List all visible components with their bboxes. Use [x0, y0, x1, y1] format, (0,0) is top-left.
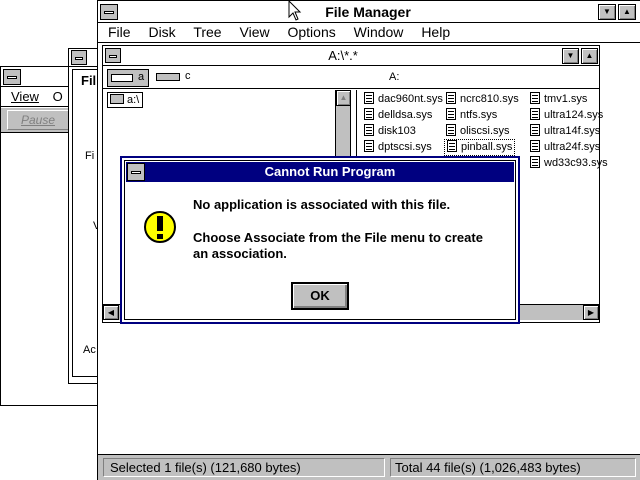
- file-item[interactable]: oliscsi.sys: [446, 124, 510, 139]
- dialog-message-2-line-2: an association.: [193, 246, 287, 261]
- file-name: disk103: [378, 125, 416, 137]
- dialog-message-1: No application is associated with this f…: [193, 197, 451, 212]
- mouse-cursor-icon: [288, 0, 302, 21]
- file-name: delldsa.sys: [378, 109, 433, 121]
- drive-bar: a c A:: [103, 67, 599, 89]
- exclamation-icon: [144, 211, 176, 243]
- file-name: ntfs.sys: [460, 109, 498, 121]
- file-item[interactable]: ntfs.sys: [446, 108, 497, 123]
- menu-view[interactable]: View: [240, 24, 270, 40]
- file-icon: [530, 124, 540, 136]
- file-item[interactable]: disk103: [364, 124, 416, 139]
- tree-root-label: a:\: [127, 94, 140, 106]
- cannot-run-dialog[interactable]: Cannot Run Program No application is ass…: [120, 156, 520, 324]
- scroll-right-button[interactable]: ▶: [583, 305, 599, 320]
- dialog-title: Cannot Run Program: [264, 164, 396, 179]
- menu-o[interactable]: O: [53, 89, 63, 104]
- file-name: oliscsi.sys: [460, 125, 510, 137]
- hard-drive-icon: [156, 73, 180, 81]
- dialog-message-2-line-1: Choose Associate from the File menu to c…: [193, 230, 483, 245]
- drive-a-button[interactable]: a: [107, 69, 149, 87]
- file-name: dptscsi.sys: [378, 141, 432, 153]
- minimize-button[interactable]: ▼: [598, 4, 616, 20]
- file-item[interactable]: delldsa.sys: [364, 108, 432, 123]
- folder-open-icon: [110, 94, 124, 104]
- file-name: tmv1.sys: [544, 93, 588, 105]
- current-drive-label: A:: [389, 71, 400, 83]
- system-menu-icon[interactable]: [3, 69, 21, 85]
- file-icon: [446, 92, 456, 104]
- drive-a-label: a: [138, 71, 145, 83]
- file-item[interactable]: ultra24f.sys: [530, 140, 600, 155]
- system-menu-icon[interactable]: [100, 4, 118, 20]
- file-name: pinball.sys: [461, 141, 513, 153]
- status-selected: Selected 1 file(s) (121,680 bytes): [103, 458, 385, 477]
- file-item[interactable]: ncrc810.sys: [446, 92, 519, 107]
- file-name: ncrc810.sys: [460, 93, 519, 105]
- file-name: ultra124.sys: [544, 109, 604, 121]
- system-menu-icon[interactable]: [71, 50, 87, 65]
- directory-window-titlebar[interactable]: A:\*.* ▼ ▲: [103, 46, 599, 66]
- floppy-drive-icon: [111, 74, 133, 82]
- tree-scroll-up-button[interactable]: ▲: [336, 90, 351, 106]
- file-item[interactable]: tmv1.sys: [530, 92, 587, 107]
- file-icon: [364, 92, 374, 104]
- file-icon: [364, 108, 374, 120]
- directory-window-title: A:\*.*: [328, 48, 358, 63]
- file-name: wd33c93.sys: [544, 157, 608, 169]
- file-name: ultra24f.sys: [544, 141, 601, 153]
- menu-view[interactable]: View: [11, 89, 39, 104]
- background-text-3: Ac: [83, 344, 96, 356]
- file-icon: [530, 156, 540, 168]
- file-icon: [446, 108, 456, 120]
- drive-c-label: c: [185, 70, 191, 82]
- menu-tree[interactable]: Tree: [193, 24, 221, 40]
- drive-c-button[interactable]: c: [153, 69, 195, 87]
- background-window-middle-title-fragment: Fil: [81, 73, 97, 88]
- status-bar: Selected 1 file(s) (121,680 bytes) Total…: [98, 454, 640, 480]
- file-icon: [447, 140, 457, 152]
- child-minimize-button[interactable]: ▼: [562, 48, 579, 64]
- file-item[interactable]: ultra14f.sys: [530, 124, 600, 139]
- maximize-button[interactable]: ▲: [618, 4, 636, 20]
- dialog-titlebar[interactable]: Cannot Run Program: [126, 162, 514, 182]
- file-item[interactable]: dac960nt.sys: [364, 92, 443, 107]
- file-item-selected[interactable]: pinball.sys: [444, 139, 516, 156]
- ok-button[interactable]: OK: [291, 282, 349, 310]
- file-name: dac960nt.sys: [378, 93, 443, 105]
- file-icon: [530, 140, 540, 152]
- tree-root-item[interactable]: a:\: [107, 92, 144, 108]
- file-item[interactable]: ultra124.sys: [530, 108, 603, 123]
- status-total: Total 44 file(s) (1,026,483 bytes): [390, 458, 636, 477]
- pause-button-label: Pause: [20, 113, 56, 127]
- system-menu-icon[interactable]: [127, 163, 145, 181]
- file-icon: [446, 124, 456, 136]
- file-item[interactable]: wd33c93.sys: [530, 156, 608, 171]
- ok-button-label: OK: [310, 288, 330, 303]
- menu-window[interactable]: Window: [354, 24, 404, 40]
- file-item[interactable]: dptscsi.sys: [364, 140, 432, 155]
- file-manager-titlebar[interactable]: File Manager ▼ ▲: [98, 1, 640, 23]
- file-icon: [364, 124, 374, 136]
- window-title: File Manager: [325, 4, 411, 20]
- menu-disk[interactable]: Disk: [148, 24, 175, 40]
- scroll-left-button[interactable]: ◀: [103, 305, 119, 320]
- menu-file[interactable]: File: [108, 24, 131, 40]
- file-name: ultra14f.sys: [544, 125, 601, 137]
- pause-button[interactable]: Pause: [7, 110, 69, 130]
- child-maximize-button[interactable]: ▲: [581, 48, 598, 64]
- file-manager-menubar: File Disk Tree View Options Window Help: [98, 23, 640, 43]
- file-icon: [530, 92, 540, 104]
- menu-help[interactable]: Help: [421, 24, 450, 40]
- file-icon: [530, 108, 540, 120]
- file-icon: [364, 140, 374, 152]
- menu-options[interactable]: Options: [287, 24, 335, 40]
- system-menu-icon[interactable]: [105, 48, 121, 63]
- background-text-1: Fi: [85, 150, 95, 162]
